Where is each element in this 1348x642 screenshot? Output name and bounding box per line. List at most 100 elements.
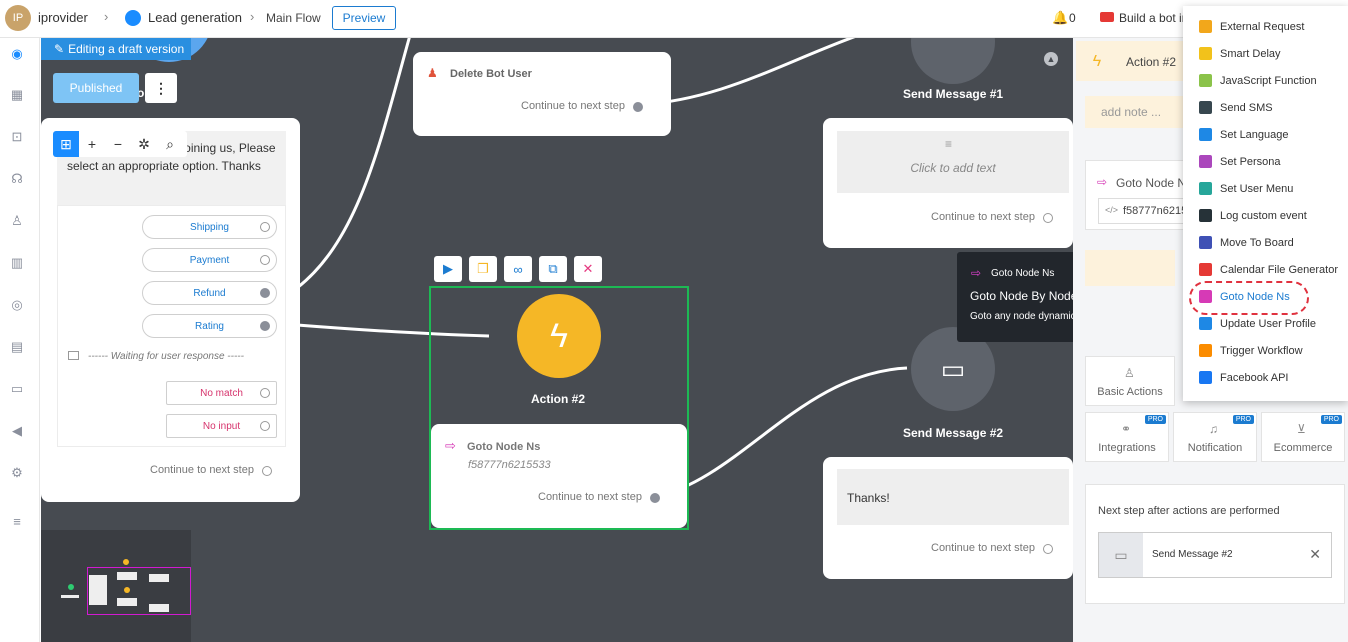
- published-button[interactable]: Published: [53, 73, 139, 103]
- bell-icon[interactable]: 🔔: [1052, 10, 1068, 26]
- bolt-icon[interactable]: ϟ: [517, 294, 601, 378]
- action-item-highlight: [1085, 250, 1175, 286]
- chevron-right-icon: ›: [104, 9, 109, 24]
- connector-dot[interactable]: [260, 321, 270, 331]
- connector-dot[interactable]: [633, 102, 643, 112]
- dashboard-icon[interactable]: ▦: [10, 87, 24, 102]
- menu-item[interactable]: Send SMS: [1183, 94, 1348, 121]
- menu-item[interactable]: JavaScript Function: [1183, 67, 1348, 94]
- minimap-viewport[interactable]: [87, 567, 191, 615]
- chat-icon: ▭: [1099, 533, 1143, 577]
- bolt-icon: ϟ: [1092, 53, 1102, 70]
- breadcrumb-bot[interactable]: Lead generation: [148, 10, 242, 25]
- no-input-option[interactable]: No input: [166, 414, 277, 438]
- pro-badge: PRO: [1232, 415, 1254, 424]
- menu-item[interactable]: Calendar File Generator: [1183, 256, 1348, 283]
- menu-item[interactable]: Set Persona: [1183, 148, 1348, 175]
- search-icon[interactable]: ⌕: [157, 131, 183, 157]
- message-text[interactable]: Thanks!: [837, 469, 1069, 525]
- tab-integrations[interactable]: ⚭ PRO Integrations: [1085, 412, 1169, 462]
- panel-title[interactable]: Action #2: [1126, 55, 1176, 69]
- menu-item[interactable]: Set Language: [1183, 121, 1348, 148]
- connector-dot[interactable]: [260, 222, 270, 232]
- play-icon[interactable]: ▶: [434, 256, 462, 282]
- menu-item[interactable]: Facebook API: [1183, 364, 1348, 391]
- close-icon[interactable]: ✕: [1309, 546, 1321, 563]
- analytics-icon[interactable]: ▤: [10, 339, 24, 354]
- avatar[interactable]: IP: [5, 5, 31, 31]
- messenger-icon[interactable]: ◉: [10, 46, 24, 61]
- flow-canvas[interactable]: ✎ Editing a draft version on #1 Publishe…: [41, 38, 1073, 642]
- menu-item[interactable]: Smart Delay: [1183, 40, 1348, 67]
- delete-bot-user-card[interactable]: ♟ Delete Bot User Continue to next step: [413, 52, 671, 136]
- chat-icon: ▭: [940, 353, 966, 384]
- waiting-label: ------ Waiting for user response -----: [88, 351, 244, 362]
- menu-item[interactable]: Log custom event: [1183, 202, 1348, 229]
- continue-label: Continue to next step: [931, 542, 1035, 554]
- option-label: Refund: [193, 287, 226, 299]
- connector-dot[interactable]: [260, 421, 270, 431]
- users-icon[interactable]: ♙: [10, 213, 24, 228]
- connector-dot[interactable]: [260, 288, 270, 298]
- next-step-select[interactable]: ▭ Send Message #2 ✕: [1098, 532, 1332, 578]
- tab-basic-actions[interactable]: ♙ Basic Actions: [1085, 356, 1175, 406]
- tab-notification[interactable]: ♫ PRO Notification: [1173, 412, 1257, 462]
- quick-reply-option[interactable]: Rating: [142, 314, 277, 338]
- connector-dot[interactable]: [1043, 213, 1053, 223]
- question-node-card[interactable]: Hello - Thank you for joining us, Please…: [41, 118, 300, 502]
- action-2-card[interactable]: ⇨ Goto Node Ns f58777n6215533 Continue t…: [431, 424, 687, 528]
- keyboard-icon: [68, 351, 79, 360]
- code-icon: </>: [1105, 205, 1119, 215]
- flow-builder-icon[interactable]: ⊡: [10, 129, 24, 144]
- more-options-button[interactable]: ⋮: [145, 73, 177, 103]
- messenger-icon: [125, 10, 141, 26]
- fit-view-icon[interactable]: ⊞: [53, 131, 79, 157]
- preview-button[interactable]: Preview: [332, 6, 396, 30]
- breadcrumb-flow[interactable]: Main Flow: [266, 11, 321, 25]
- quick-reply-option[interactable]: Payment: [142, 248, 277, 272]
- menu-item-label: Facebook API: [1220, 371, 1289, 384]
- no-match-option[interactable]: No match: [166, 381, 277, 405]
- menu-item[interactable]: External Request: [1183, 13, 1348, 40]
- gear-icon[interactable]: ⚙: [10, 465, 24, 480]
- board-icon: [1199, 236, 1212, 249]
- language-icon: [1199, 128, 1212, 141]
- menu-item[interactable]: Move To Board: [1183, 229, 1348, 256]
- send-message-1-card[interactable]: ≡ Click to add text Continue to next ste…: [823, 118, 1073, 248]
- connector-dot[interactable]: [260, 388, 270, 398]
- zoom-out-icon[interactable]: −: [105, 131, 131, 157]
- option-label: No match: [200, 387, 243, 399]
- send-message-2-card[interactable]: Thanks! Continue to next step: [823, 457, 1073, 579]
- quick-reply-option[interactable]: Refund: [142, 281, 277, 305]
- facebook-icon: [1199, 371, 1212, 384]
- zoom-in-icon[interactable]: +: [79, 131, 105, 157]
- book-icon[interactable]: ▥: [10, 255, 24, 270]
- support-icon[interactable]: ☊: [10, 171, 24, 186]
- message-placeholder[interactable]: ≡ Click to add text: [837, 131, 1069, 193]
- tab-ecommerce[interactable]: ⊻ PRO Ecommerce: [1261, 412, 1345, 462]
- target-icon[interactable]: ◎: [10, 297, 24, 312]
- connector-dot[interactable]: [650, 493, 660, 503]
- edit-icon: ✎: [54, 42, 65, 56]
- connector-dot[interactable]: [262, 466, 272, 476]
- build-bot-link[interactable]: Build a bot in: [1119, 11, 1188, 25]
- quick-reply-option[interactable]: Shipping: [142, 215, 277, 239]
- menu-item-label: Send SMS: [1220, 101, 1273, 114]
- close-icon[interactable]: ✕: [574, 256, 602, 282]
- menu-item[interactable]: Set User Menu: [1183, 175, 1348, 202]
- hamburger-icon[interactable]: ≡: [10, 514, 24, 529]
- connector-dot[interactable]: [1043, 544, 1053, 554]
- duplicate-icon[interactable]: ⧉: [539, 256, 567, 282]
- brand-name[interactable]: iprovider: [38, 10, 88, 25]
- minimap[interactable]: [41, 530, 191, 642]
- archive-icon[interactable]: ▭: [10, 381, 24, 396]
- magic-arrange-icon[interactable]: ✲: [131, 131, 157, 157]
- copy-icon[interactable]: ❐: [469, 256, 497, 282]
- menu-item[interactable]: Trigger Workflow: [1183, 337, 1348, 364]
- connector-dot[interactable]: [260, 255, 270, 265]
- megaphone-icon[interactable]: ◀: [10, 423, 24, 438]
- collapse-icon[interactable]: ▲: [1044, 52, 1058, 66]
- next-step-label: Next step after actions are performed: [1098, 505, 1280, 517]
- link-icon[interactable]: ∞: [504, 256, 532, 282]
- cart-icon: ⊻: [1297, 422, 1306, 436]
